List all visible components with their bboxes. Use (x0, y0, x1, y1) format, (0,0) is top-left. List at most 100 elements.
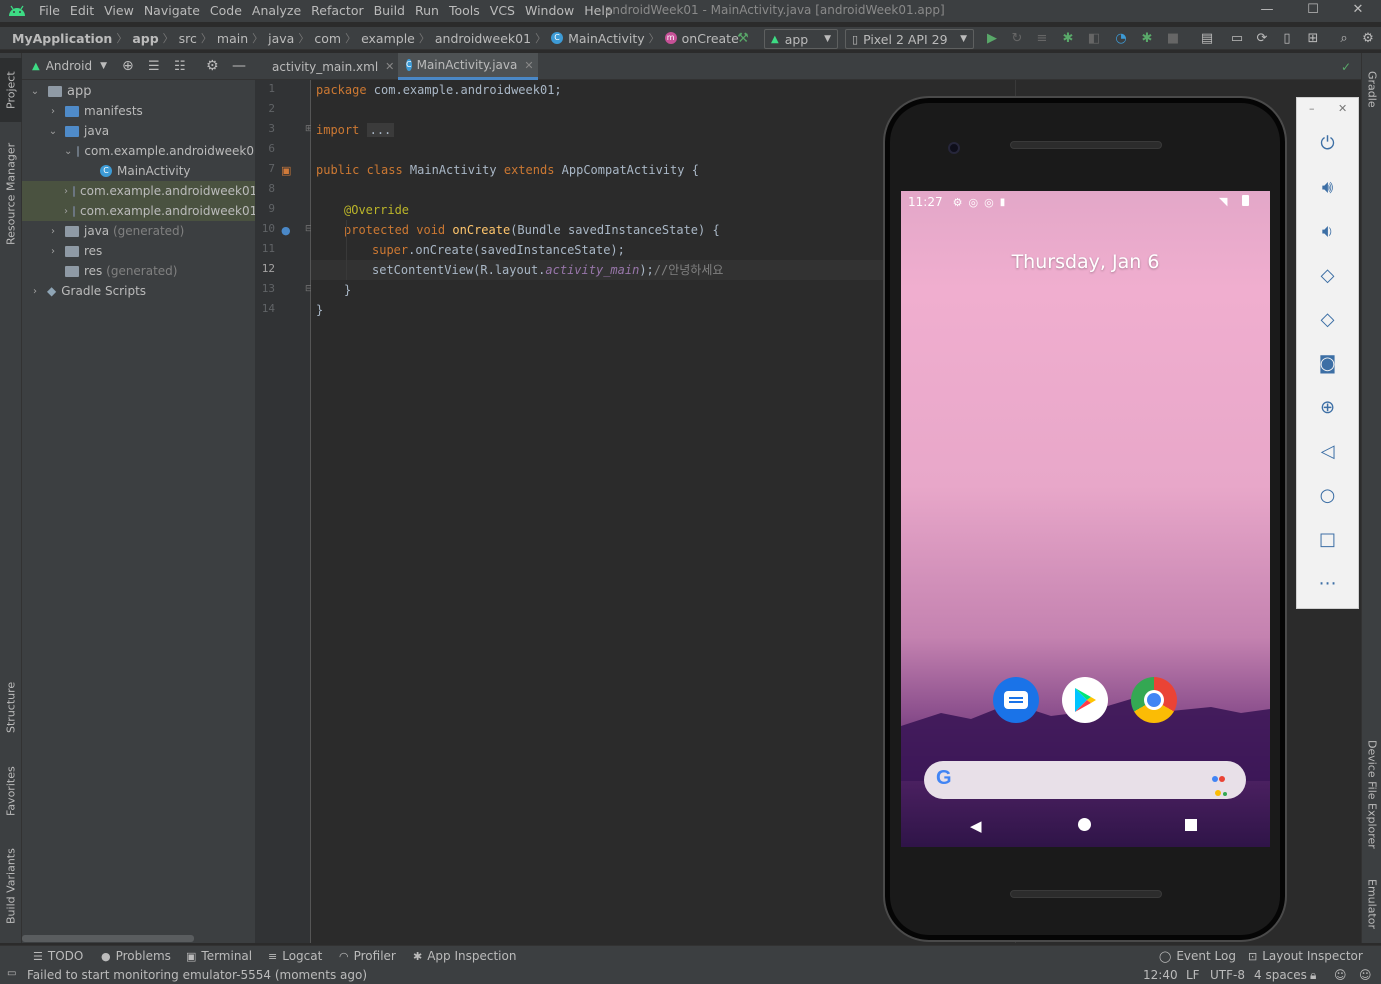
tree-item-java-generated[interactable]: › java (generated) (22, 221, 255, 241)
emulator-screen[interactable]: 11:27 ⚙ ◎ ◎ ▮ ◥ Thursday, Jan 6 G ◀ (901, 191, 1270, 847)
tree-item-java[interactable]: ⌄ java (22, 121, 255, 141)
tab-emulator[interactable]: Emulator (1362, 871, 1381, 937)
attach-debugger-icon[interactable]: ✱ (1138, 30, 1156, 48)
locate-icon[interactable]: ⊕ (122, 58, 134, 74)
sdk-manager-icon[interactable]: ▭ (1228, 30, 1246, 48)
menu-refactor[interactable]: Refactor (306, 0, 368, 22)
menu-code[interactable]: Code (205, 0, 247, 22)
panel-toggle-icon[interactable]: ▭ (7, 968, 16, 979)
profile-icon[interactable]: ◔ (1112, 30, 1130, 48)
tree-item-res-generated[interactable]: res (generated) (22, 261, 255, 281)
debug-icon[interactable]: ✱ (1059, 30, 1077, 48)
menu-window[interactable]: Window (520, 0, 579, 22)
tree-item-package-android-test[interactable]: › com.example.androidweek01 (22, 181, 255, 201)
chrome-app-icon[interactable] (1131, 677, 1177, 723)
chevron-down-icon[interactable]: ⌄ (64, 146, 72, 157)
device-manager-icon[interactable]: ▤ (1198, 30, 1216, 48)
menu-edit[interactable]: Edit (65, 0, 99, 22)
menu-tools[interactable]: Tools (444, 0, 485, 22)
collapse-all-icon[interactable]: ☷ (174, 59, 186, 74)
override-marker-icon[interactable]: ● (281, 224, 291, 237)
tab-mainactivity-java[interactable]: C MainActivity.java ✕ (398, 53, 538, 80)
minimize-button[interactable]: — (1244, 0, 1290, 22)
tab-activity-main-xml[interactable]: activity_main.xml ✕ (258, 53, 398, 80)
file-encoding[interactable]: UTF-8 (1210, 968, 1245, 982)
line-separator[interactable]: LF (1186, 968, 1200, 982)
stop-icon[interactable]: ■ (1164, 30, 1182, 48)
lock-icon[interactable]: 🔒︎ (1310, 968, 1316, 983)
run-config-select[interactable]: ▲ app ▼ (764, 29, 838, 49)
rotate-right-button[interactable]: ◇ (1296, 305, 1359, 335)
crumb-package[interactable]: androidweek01 (431, 31, 534, 46)
smiley-icon[interactable]: ☺ (1334, 968, 1347, 982)
folded-imports[interactable]: ... (366, 123, 395, 137)
horizontal-scrollbar[interactable] (22, 935, 194, 942)
menu-file[interactable]: File (34, 0, 65, 22)
menu-run[interactable]: Run (410, 0, 444, 22)
home-button[interactable]: ○ (1296, 481, 1359, 511)
tree-item-res[interactable]: › res (22, 241, 255, 261)
power-button[interactable]: ⏻ (1296, 129, 1359, 159)
chevron-right-icon[interactable]: › (64, 206, 68, 217)
back-button[interactable]: ◁ (1296, 437, 1359, 467)
menu-analyze[interactable]: Analyze (247, 0, 306, 22)
project-view-select[interactable]: Android (46, 59, 92, 73)
assistant-icon[interactable] (1212, 771, 1227, 799)
menu-vcs[interactable]: VCS (485, 0, 520, 22)
avd-manager-icon[interactable]: ▯ (1278, 30, 1296, 48)
tab-resource-manager[interactable]: Resource Manager (0, 135, 22, 253)
crumb-example[interactable]: example (357, 31, 418, 46)
apply-code-changes-icon[interactable]: ≡ (1033, 30, 1051, 48)
indent-setting[interactable]: 4 spaces (1254, 968, 1307, 982)
search-icon[interactable]: ⌕ (1335, 30, 1353, 48)
tool-event-log[interactable]: ◯ Event Log (1159, 949, 1236, 963)
run-icon[interactable]: ▶ (983, 30, 1001, 48)
google-search-bar[interactable]: G (924, 761, 1246, 799)
menu-view[interactable]: View (99, 0, 139, 22)
chevron-down-icon[interactable]: ⌄ (28, 86, 42, 97)
menu-navigate[interactable]: Navigate (139, 0, 205, 22)
volume-up-button[interactable]: 🔊︎ (1296, 173, 1359, 203)
menu-build[interactable]: Build (369, 0, 410, 22)
rotate-left-button[interactable]: ◇ (1296, 261, 1359, 291)
tool-app-inspection[interactable]: ✱ App Inspection (413, 949, 516, 963)
crumb-module[interactable]: app (128, 31, 161, 46)
zoom-button[interactable]: ⊕ (1296, 393, 1359, 423)
tool-problems[interactable]: ● Problems (101, 949, 171, 963)
crumb-main[interactable]: main (213, 31, 251, 46)
close-window-button[interactable]: ✕ (1335, 0, 1381, 22)
expand-all-icon[interactable]: ☰ (148, 59, 160, 74)
status-message[interactable]: Failed to start monitoring emulator-5554… (27, 968, 367, 982)
chevron-right-icon[interactable]: › (46, 106, 60, 117)
gear-icon[interactable]: ⚙ (206, 58, 219, 74)
tree-item-manifests[interactable]: › manifests (22, 101, 255, 121)
crumb-java[interactable]: java (264, 31, 297, 46)
overview-button[interactable]: □ (1296, 525, 1359, 555)
tool-terminal[interactable]: ▣ Terminal (186, 949, 252, 963)
back-nav-icon[interactable]: ◀ (970, 817, 982, 835)
activity-marker-icon[interactable]: ▣ (281, 164, 291, 177)
chevron-right-icon[interactable]: › (64, 186, 68, 197)
tree-item-app[interactable]: ⌄ app (22, 81, 255, 101)
tab-device-file-explorer[interactable]: Device File Explorer (1362, 729, 1381, 859)
apply-changes-icon[interactable]: ↻ (1008, 30, 1026, 48)
messages-app-icon[interactable] (993, 677, 1039, 723)
smiley-icon[interactable]: ☺ (1359, 968, 1372, 982)
layout-inspector-icon[interactable]: ⊞ (1304, 30, 1322, 48)
maximize-button[interactable]: ☐ (1290, 0, 1336, 22)
settings-icon[interactable]: ⚙ (1359, 30, 1377, 48)
tool-profiler[interactable]: ◠ Profiler (339, 949, 396, 963)
crumb-class[interactable]: C MainActivity (547, 31, 648, 46)
caret-position[interactable]: 12:40 (1143, 968, 1178, 982)
tab-gradle[interactable]: Gradle (1362, 61, 1381, 117)
tab-structure[interactable]: Structure (0, 675, 22, 739)
tab-favorites[interactable]: Favorites (0, 759, 22, 823)
minimize-icon[interactable]: – (1309, 102, 1315, 115)
chevron-down-icon[interactable]: ⌄ (46, 126, 60, 137)
chevron-down-icon[interactable]: ▼ (100, 61, 107, 71)
coverage-icon[interactable]: ◧ (1085, 30, 1103, 48)
crumb-method[interactable]: m onCreate (661, 31, 742, 46)
sync-gradle-icon[interactable]: ⟳ (1253, 30, 1271, 48)
play-store-app-icon[interactable] (1062, 677, 1108, 723)
chevron-right-icon[interactable]: › (46, 226, 60, 237)
